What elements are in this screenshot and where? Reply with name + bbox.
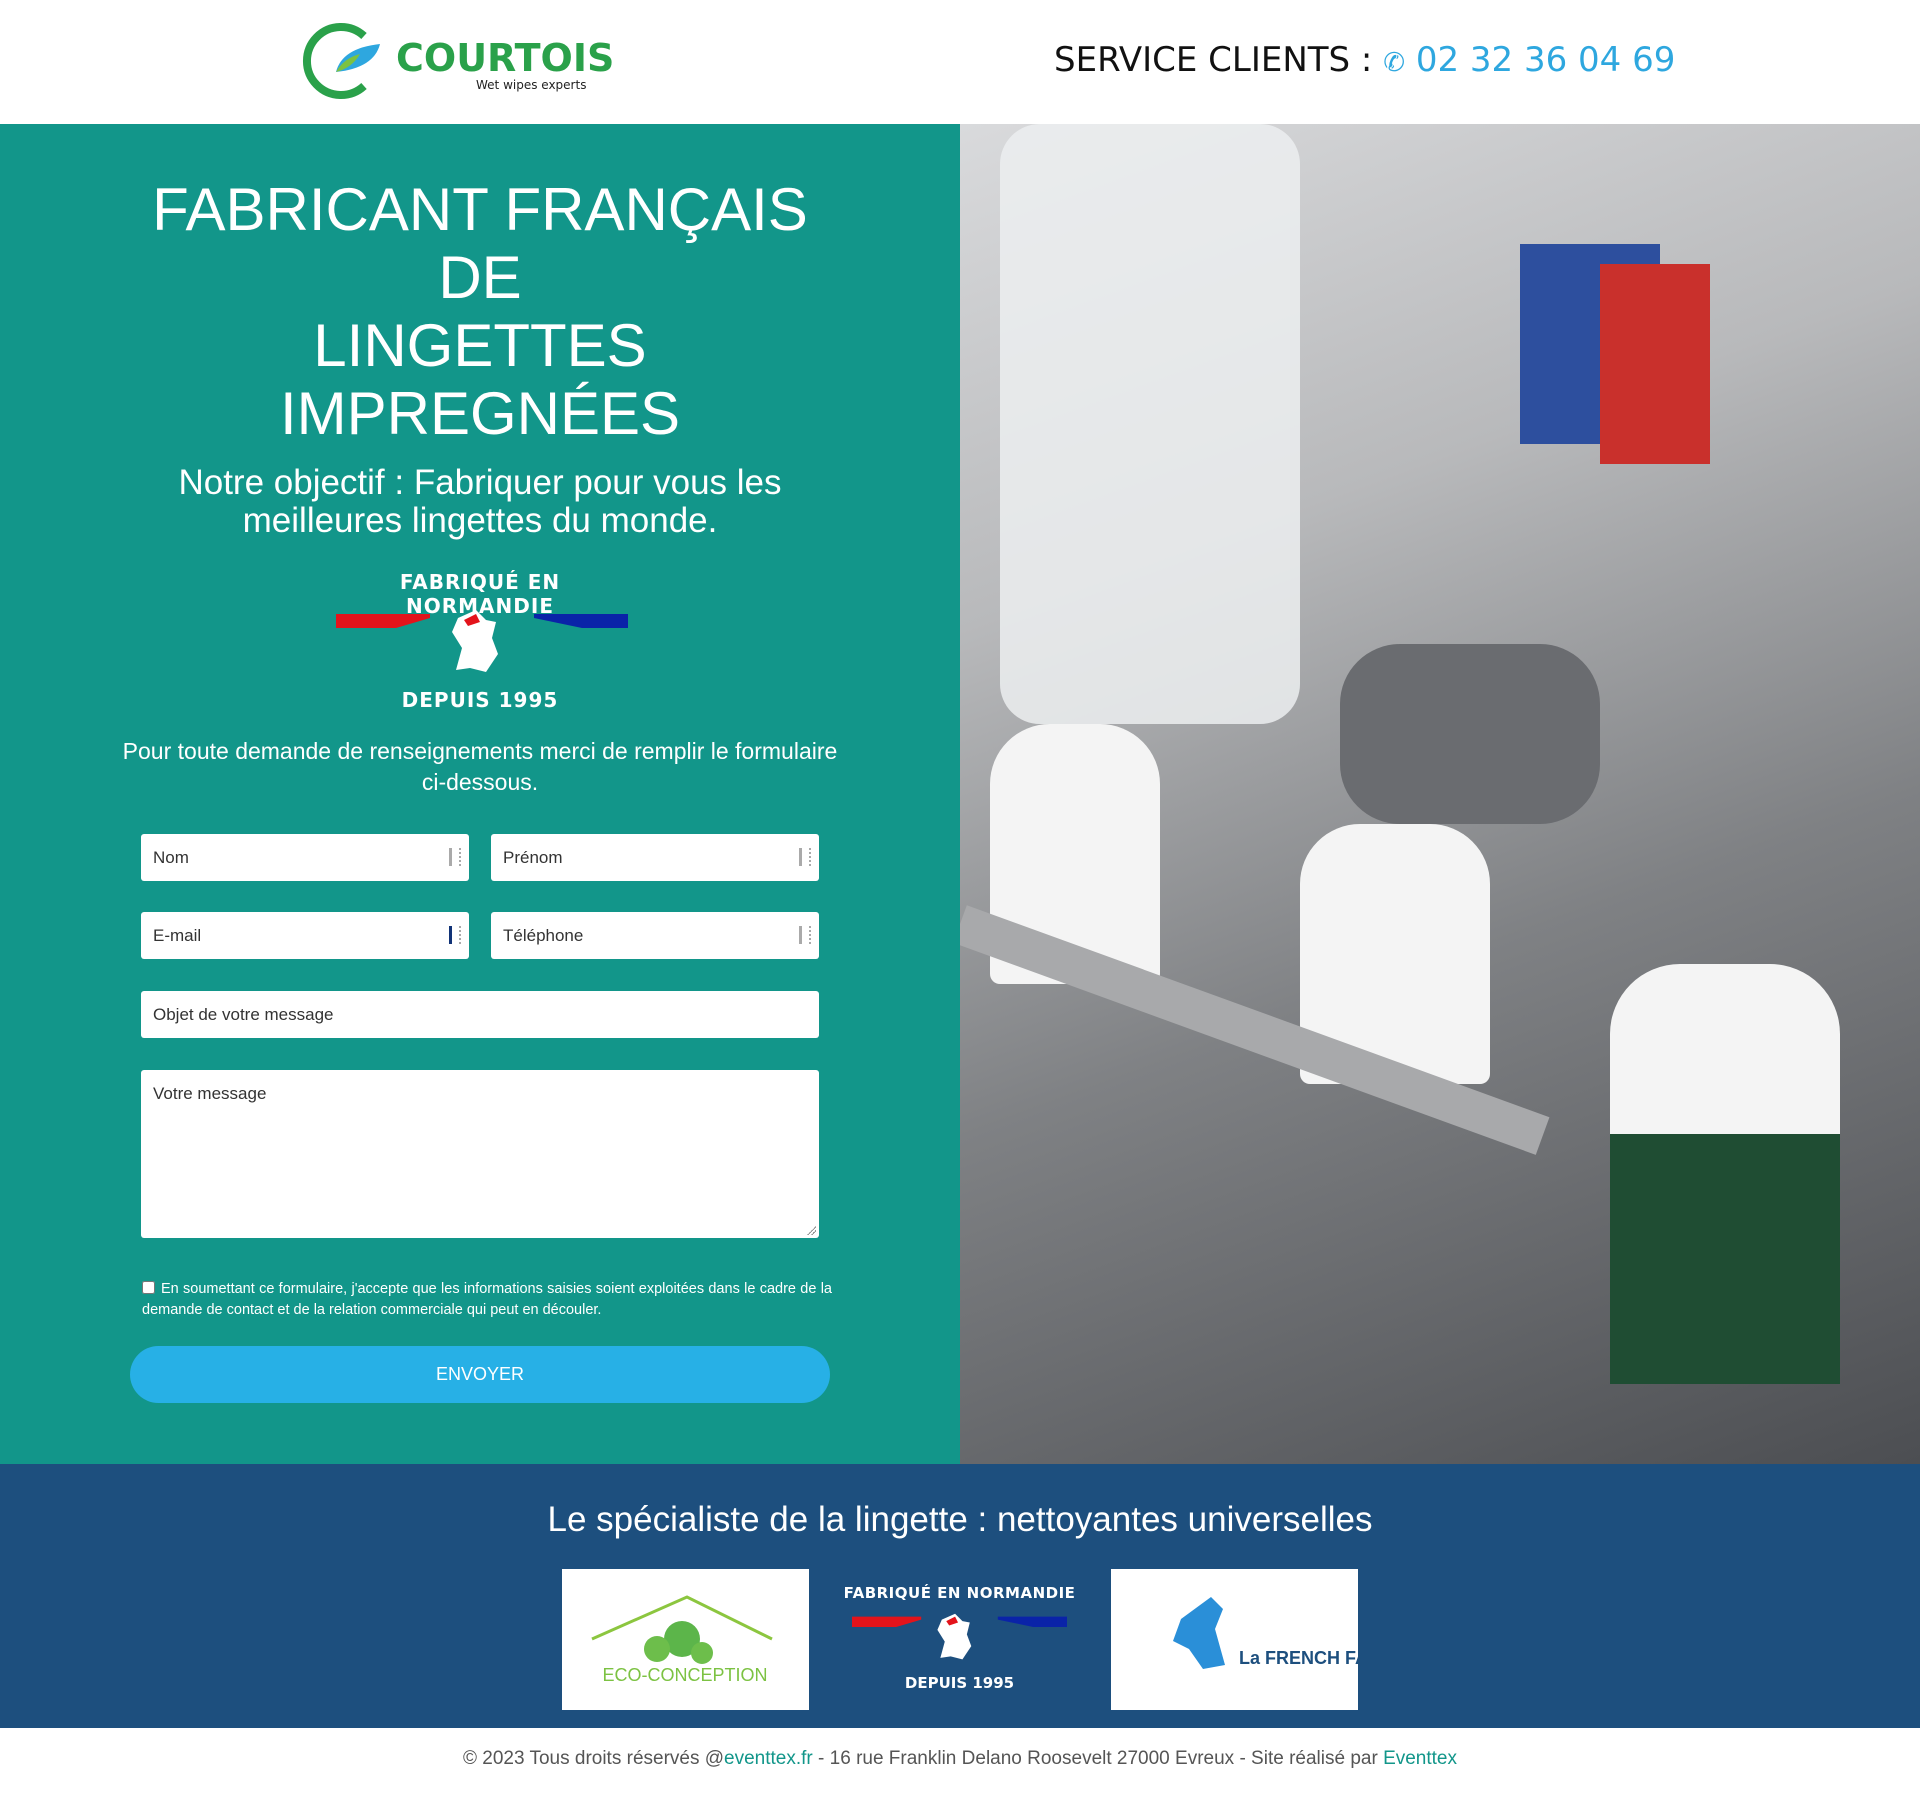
page-title: FABRICANT FRANÇAIS DE LINGETTES IMPREGNÉ… — [152, 176, 808, 447]
svg-text:La FRENCH FAB: La FRENCH FAB — [1239, 1648, 1358, 1668]
form-intro: Pour toute demande de renseignements mer… — [122, 738, 838, 795]
header: COURTOIS Wet wipes experts SERVICE CLIEN… — [0, 0, 1920, 124]
autofill-icon — [799, 926, 811, 944]
telephone-input[interactable]: Téléphone — [491, 912, 819, 959]
service-clients: SERVICE CLIENTS : ✆ 02 32 36 04 69 — [1054, 40, 1676, 80]
courtois-logo[interactable]: COURTOIS Wet wipes experts — [294, 22, 614, 100]
submit-button[interactable]: ENVOYER — [130, 1346, 830, 1403]
eventtex-site-link[interactable]: eventtex.fr — [724, 1748, 813, 1769]
consent: En soumettant ce formulaire, j'accepte q… — [142, 1281, 832, 1318]
objet-input[interactable]: Objet de votre message — [141, 991, 819, 1038]
specialist-band: Le spécialiste de la lingette : nettoyan… — [0, 1464, 1920, 1728]
message-textarea[interactable]: Votre message — [141, 1070, 819, 1238]
logo-c-icon — [303, 23, 380, 99]
normandy-logo: FABRIQUÉ EN NORMANDIE DEPUIS 1995 — [843, 1584, 1076, 1692]
autofill-icon — [449, 848, 461, 866]
eco-conception-logo: ECO-CONCEPTION — [562, 1569, 809, 1710]
subtitle: Notre objectif : Fabriquer pour vous les… — [178, 463, 782, 540]
autofill-icon — [799, 848, 811, 866]
france-map-icon — [852, 1613, 1067, 1660]
phone-link[interactable]: 02 32 36 04 69 — [1416, 40, 1676, 80]
rooster-icon: La FRENCH FAB — [1173, 1597, 1381, 1669]
nom-input[interactable]: Nom — [141, 834, 469, 881]
band-title: Le spécialiste de la lingette : nettoyan… — [547, 1500, 1373, 1539]
eco-house-icon: ECO-CONCEPTION — [591, 1595, 773, 1685]
autofill-icon — [449, 926, 461, 944]
eventtex-link[interactable]: Eventtex — [1383, 1748, 1457, 1769]
resize-handle-icon[interactable] — [806, 1225, 816, 1235]
france-map-icon — [336, 610, 628, 672]
svg-text:ECO-CONCEPTION: ECO-CONCEPTION — [602, 1665, 767, 1685]
factory-photo — [960, 124, 1920, 1464]
french-fab-logo: La FRENCH FAB — [1111, 1569, 1381, 1710]
consent-checkbox[interactable] — [142, 1281, 155, 1294]
phone-icon: ✆ — [1383, 48, 1405, 78]
prenom-input[interactable]: Prénom — [491, 834, 819, 881]
email-input[interactable]: E-mail — [141, 912, 469, 959]
made-in-normandy-badge: FABRIQUÉ EN NORMANDIE DEPUIS 1995 — [330, 570, 630, 720]
hero-form-section: FABRICANT FRANÇAIS DE LINGETTES IMPREGNÉ… — [0, 124, 960, 1464]
footer: © 2023 Tous droits réservés @eventtex.fr… — [462, 1748, 1457, 1769]
